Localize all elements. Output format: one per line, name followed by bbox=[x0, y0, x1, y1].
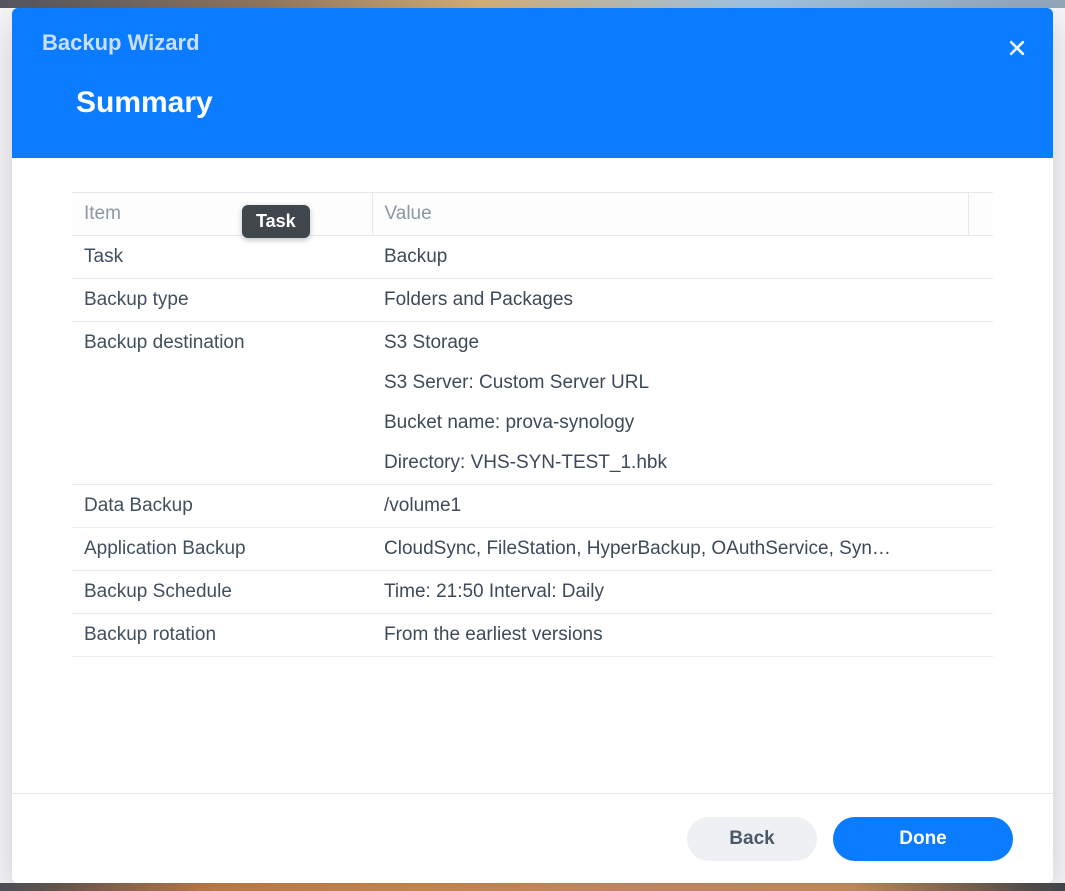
cell-item: Backup rotation bbox=[72, 614, 372, 657]
header-scroll-spacer bbox=[969, 193, 994, 236]
table-row: Backup Schedule Time: 21:50 Interval: Da… bbox=[72, 571, 993, 614]
done-button[interactable]: Done bbox=[833, 817, 1013, 861]
wizard-step-title: Summary bbox=[42, 86, 1023, 120]
backdrop-bottom-bar bbox=[0, 883, 1065, 891]
cell-item: Application Backup bbox=[72, 528, 372, 571]
header-value: Value bbox=[372, 193, 969, 236]
table-row: Application Backup CloudSync, FileStatio… bbox=[72, 528, 993, 571]
summary-table: Item Value Task Backup Backup type Folde… bbox=[72, 192, 993, 657]
table-row: Data Backup /volume1 bbox=[72, 485, 993, 528]
cell-value: /volume1 bbox=[372, 485, 969, 528]
cell-value-text: CloudSync, FileStation, HyperBackup, OAu… bbox=[384, 538, 957, 560]
dest-line: Directory: VHS-SYN-TEST_1.hbk bbox=[384, 452, 957, 474]
backdrop-top-bar bbox=[0, 0, 1065, 8]
wizard-footer: Back Done bbox=[12, 793, 1053, 883]
cell-value: Time: 21:50 Interval: Daily bbox=[372, 571, 969, 614]
table-row: Task Backup bbox=[72, 236, 993, 279]
dest-line: S3 Server: Custom Server URL bbox=[384, 372, 957, 394]
cell-item: Backup Schedule bbox=[72, 571, 372, 614]
backup-wizard-dialog: Backup Wizard Summary Task Item Value Ta… bbox=[12, 8, 1053, 883]
cell-value: Folders and Packages bbox=[372, 279, 969, 322]
cell-item: Backup destination bbox=[72, 322, 372, 485]
back-button[interactable]: Back bbox=[687, 817, 817, 861]
cell-item: Task bbox=[72, 236, 372, 279]
dest-line: Bucket name: prova-synology bbox=[384, 412, 957, 434]
dest-line: S3 Storage bbox=[384, 332, 957, 354]
tooltip: Task bbox=[242, 205, 310, 238]
wizard-header: Backup Wizard Summary bbox=[12, 8, 1053, 158]
cell-item: Backup type bbox=[72, 279, 372, 322]
close-button[interactable] bbox=[999, 30, 1035, 66]
header-item: Item bbox=[72, 193, 372, 236]
cell-item: Data Backup bbox=[72, 485, 372, 528]
table-row: Backup type Folders and Packages bbox=[72, 279, 993, 322]
table-row: Backup rotation From the earliest versio… bbox=[72, 614, 993, 657]
close-icon bbox=[1007, 38, 1027, 58]
cell-value: S3 Storage S3 Server: Custom Server URL … bbox=[372, 322, 969, 485]
wizard-title: Backup Wizard bbox=[42, 30, 1023, 56]
wizard-body: Task Item Value Task Backup Backup type … bbox=[12, 158, 1053, 793]
table-header-row: Item Value bbox=[72, 193, 993, 236]
cell-value: CloudSync, FileStation, HyperBackup, OAu… bbox=[372, 528, 969, 571]
table-row: Backup destination S3 Storage S3 Server:… bbox=[72, 322, 993, 485]
cell-value: From the earliest versions bbox=[372, 614, 969, 657]
cell-value: Backup bbox=[372, 236, 969, 279]
